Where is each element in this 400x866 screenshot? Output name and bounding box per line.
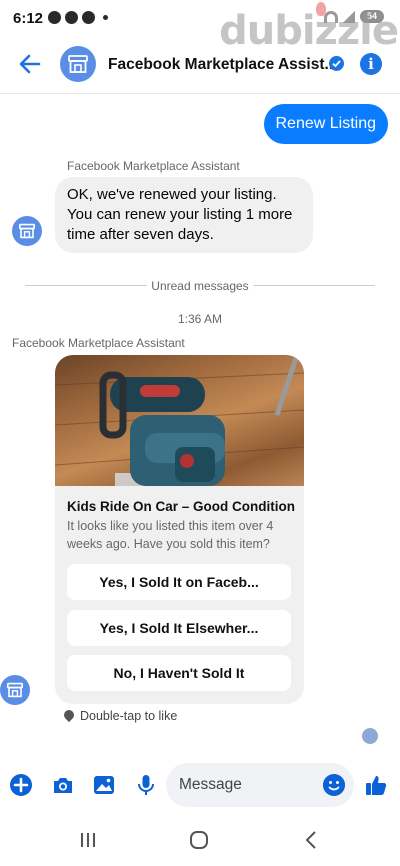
status-time: 6:12 — [13, 10, 44, 27]
home-icon[interactable] — [189, 830, 209, 850]
listing-card: Kids Ride On Car – Good Condition It loo… — [55, 355, 304, 704]
cloud-icon — [48, 11, 61, 24]
camera-icon[interactable] — [51, 773, 75, 797]
assistant-avatar — [12, 216, 42, 246]
assistant-avatar[interactable] — [60, 46, 96, 82]
assistant-avatar — [0, 675, 30, 705]
sold-on-facebook-button[interactable]: Yes, I Sold It on Faceb... — [67, 564, 291, 600]
read-receipt-avatar — [362, 728, 378, 744]
message-timestamp: 1:36 AM — [177, 312, 223, 326]
thumbs-up-icon[interactable] — [364, 773, 388, 797]
chat-header: Facebook Marketplace Assist... i — [0, 38, 400, 94]
gallery-icon[interactable] — [92, 773, 116, 797]
double-tap-hint: Double-tap to like — [61, 707, 178, 723]
double-tap-label: Double-tap to like — [80, 709, 178, 723]
message-input[interactable] — [179, 763, 319, 807]
messenger-icon — [82, 11, 95, 24]
store-icon — [68, 55, 88, 73]
store-icon — [7, 682, 23, 698]
chat-title[interactable]: Facebook Marketplace Assist... — [108, 56, 337, 74]
sender-name: Facebook Marketplace Assistant — [12, 336, 185, 350]
plus-icon[interactable] — [9, 773, 33, 797]
notification-icons — [48, 11, 108, 24]
listing-prompt: It looks like you listed this item over … — [67, 519, 274, 551]
info-icon[interactable]: i — [360, 53, 382, 75]
recent-apps-icon[interactable] — [78, 830, 98, 850]
system-navigation-bar — [0, 818, 400, 866]
heart-icon — [61, 707, 77, 723]
sent-message[interactable]: Renew Listing — [263, 104, 388, 144]
nav-back-icon[interactable] — [302, 830, 322, 850]
sender-name: Facebook Marketplace Assistant — [67, 159, 240, 173]
listing-image[interactable] — [55, 355, 304, 486]
not-sold-button[interactable]: No, I Haven't Sold It — [67, 655, 291, 691]
listing-title: Kids Ride On Car – Good Condition — [67, 499, 295, 514]
message-field[interactable] — [166, 763, 354, 807]
store-icon — [19, 223, 35, 239]
more-notifications-icon — [103, 15, 108, 20]
unread-divider: Unread messages — [151, 279, 249, 293]
message-composer — [0, 760, 400, 812]
verified-icon — [329, 56, 344, 71]
whatsapp-icon — [65, 11, 78, 24]
sold-elsewhere-button[interactable]: Yes, I Sold It Elsewher... — [67, 610, 291, 646]
back-arrow-icon[interactable] — [18, 52, 42, 76]
received-message[interactable]: OK, we've renewed your listing. You can … — [55, 177, 313, 253]
emoji-icon[interactable] — [323, 774, 345, 796]
microphone-icon[interactable] — [134, 773, 158, 797]
